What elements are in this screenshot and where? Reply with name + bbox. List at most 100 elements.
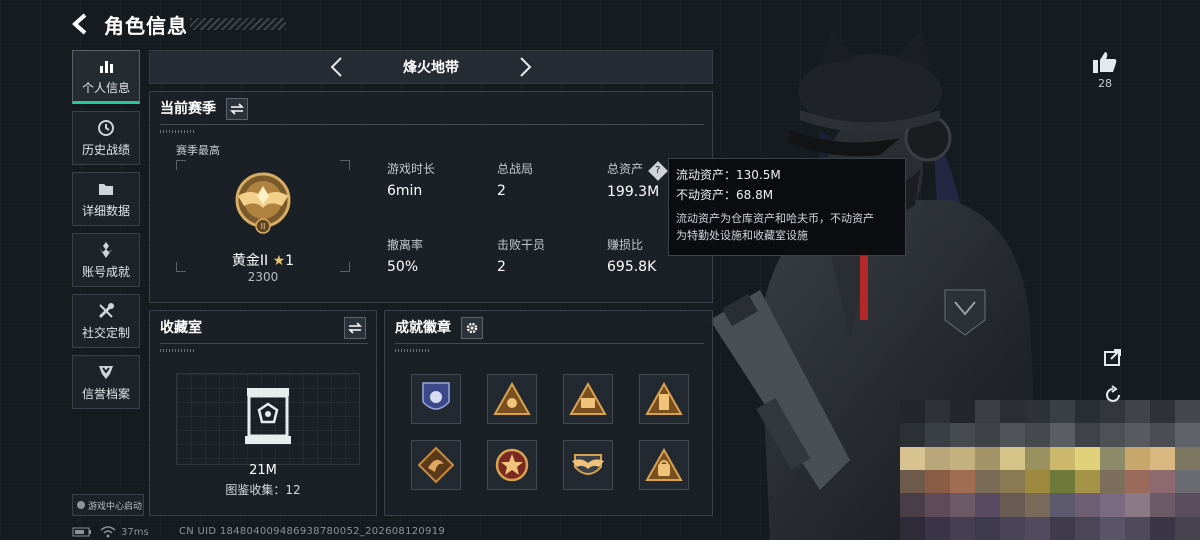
thumbs-up-icon <box>1093 52 1117 73</box>
badge-police[interactable] <box>411 374 461 424</box>
stat-kills: 击败干员 2 <box>497 238 546 275</box>
vault-value: 21M <box>249 463 277 478</box>
sidebar-item-profile[interactable]: 个人信息 <box>72 50 140 104</box>
vault-panel: 收藏室 21M 图鉴收集：12 <box>149 310 377 516</box>
status-bar: 37ms <box>72 524 149 540</box>
folder-icon <box>99 183 113 195</box>
battery-icon <box>72 527 91 537</box>
decorative-ticks <box>395 349 431 352</box>
badges-panel-title: 成就徽章 <box>395 320 451 336</box>
ping-value: 37ms <box>121 526 149 538</box>
season-panel: 当前赛季 赛季最高 II 黄金II ★1 2300 游戏时长 6min 总战局 2 … <box>149 91 713 303</box>
sidebar-item-label: 信誉档案 <box>81 386 130 401</box>
title-decoration <box>190 18 286 30</box>
help-icon[interactable]: ? <box>647 161 668 181</box>
panel-divider <box>160 343 368 344</box>
stat-playtime: 游戏时长 6min <box>387 162 436 199</box>
mode-selector: 烽火地带 <box>149 50 713 84</box>
mosaic-overlay <box>900 400 1200 540</box>
sidebar-item-social[interactable]: 社交定制 <box>72 294 140 348</box>
star-shield-icon <box>495 448 529 482</box>
assets-tooltip: 流动资产：130.5M 不动资产：68.8M 流动资产为仓库资产和哈夫币，不动资… <box>668 158 906 256</box>
decorative-ticks <box>160 349 196 352</box>
swap-icon <box>348 322 362 334</box>
back-arrow-icon <box>72 13 87 35</box>
vault-switch-button[interactable] <box>344 317 366 339</box>
badge-star-shield[interactable] <box>487 440 537 490</box>
panel-divider <box>395 343 704 344</box>
sidebar-item-reputation[interactable]: 信誉档案 <box>72 355 140 409</box>
launch-badge: 游戏中心启动 <box>72 494 144 516</box>
like-count: 28 <box>1098 77 1112 90</box>
tooltip-liquid-assets: 流动资产：130.5M <box>676 168 781 182</box>
sidebar-item-label: 账号成就 <box>81 264 130 279</box>
season-switch-button[interactable] <box>226 98 248 120</box>
sidebar-item-label: 社交定制 <box>81 325 130 340</box>
bar-chart-icon <box>100 60 113 73</box>
dragon-emblem-icon <box>417 446 455 484</box>
back-button[interactable] <box>68 11 94 37</box>
share-button[interactable] <box>1100 344 1126 370</box>
badge-gold-triangle[interactable] <box>487 374 537 424</box>
badge-gold-tower[interactable] <box>639 374 689 424</box>
chevron-right-icon <box>520 57 532 77</box>
chevron-left-icon <box>330 57 342 77</box>
tooltip-description-1: 流动资产为仓库资产和哈夫币，不动资产 <box>676 212 874 225</box>
season-panel-title: 当前赛季 <box>160 101 216 117</box>
game-center-icon <box>77 501 85 509</box>
next-mode-button[interactable] <box>519 56 533 78</box>
sidebar-nav: 个人信息 历史战绩 详细数据 账号成就 社交定制 信誉档案 <box>72 50 140 416</box>
achievement-icon <box>100 241 112 258</box>
vault-collection-count: 图鉴收集：12 <box>225 483 301 497</box>
badge-wings[interactable] <box>563 440 613 490</box>
stat-profit-ratio: 赚损比 695.8K <box>607 238 657 275</box>
like-widget[interactable]: 28 <box>1092 50 1118 90</box>
sidebar-item-label: 个人信息 <box>81 80 130 95</box>
badges-panel: 成就徽章 <box>384 310 713 516</box>
rotate-icon <box>1106 385 1120 402</box>
user-uid: CN UID 184804009486938780052_20260812091… <box>179 526 446 537</box>
decorative-ticks <box>160 130 196 133</box>
sidebar-item-history[interactable]: 历史战绩 <box>72 111 140 165</box>
page-title: 角色信息 <box>104 13 188 38</box>
rank-name: 黄金II <box>231 253 269 269</box>
bag-emblem-icon <box>645 448 683 481</box>
prev-mode-button[interactable] <box>329 56 343 78</box>
mode-name: 烽火地带 <box>403 60 459 76</box>
sidebar-item-achievements[interactable]: 账号成就 <box>72 233 140 287</box>
badge-settings-button[interactable] <box>461 317 483 339</box>
wings-emblem-icon <box>572 454 604 475</box>
panel-divider <box>160 124 704 125</box>
stat-total-matches: 总战局 2 <box>497 162 534 199</box>
gear-emblem-icon <box>569 382 607 415</box>
star-icon: ★ <box>272 253 286 269</box>
sidebar-item-label: 历史战绩 <box>81 142 130 157</box>
stat-extraction-rate: 撤离率 50% <box>387 238 424 275</box>
swap-icon <box>230 103 244 115</box>
badge-gold-gear[interactable] <box>563 374 613 424</box>
sidebar-item-label: 详细数据 <box>81 203 130 218</box>
season-best-label: 赛季最高 <box>176 144 220 157</box>
rotate-button[interactable] <box>1100 382 1126 408</box>
tooltip-fixed-assets: 不动资产：68.8M <box>676 188 774 202</box>
tools-icon <box>98 302 114 318</box>
display-case-icon <box>245 388 291 444</box>
triangle-emblem-icon <box>493 382 531 415</box>
rank-score: 2300 <box>247 270 279 284</box>
rank-label: 黄金II ★1 <box>176 250 350 270</box>
clock-icon <box>98 119 114 136</box>
gear-icon <box>466 322 478 334</box>
gold-rank-emblem-icon: II <box>235 172 291 234</box>
share-icon <box>1104 349 1121 366</box>
shield-icon <box>99 365 113 379</box>
badge-dragon[interactable] <box>411 440 461 490</box>
sidebar-item-details[interactable]: 详细数据 <box>72 172 140 226</box>
tooltip-description-2: 为特勤处设施和收藏室设施 <box>676 229 808 242</box>
vault-panel-title: 收藏室 <box>160 320 202 336</box>
police-shield-icon <box>422 382 450 410</box>
vault-display[interactable] <box>176 373 360 465</box>
tower-emblem-icon <box>645 382 683 415</box>
badge-bag[interactable] <box>639 440 689 490</box>
rank-stars: 1 <box>285 253 295 269</box>
stat-total-assets: 总资产 ? 199.3M <box>607 160 668 200</box>
